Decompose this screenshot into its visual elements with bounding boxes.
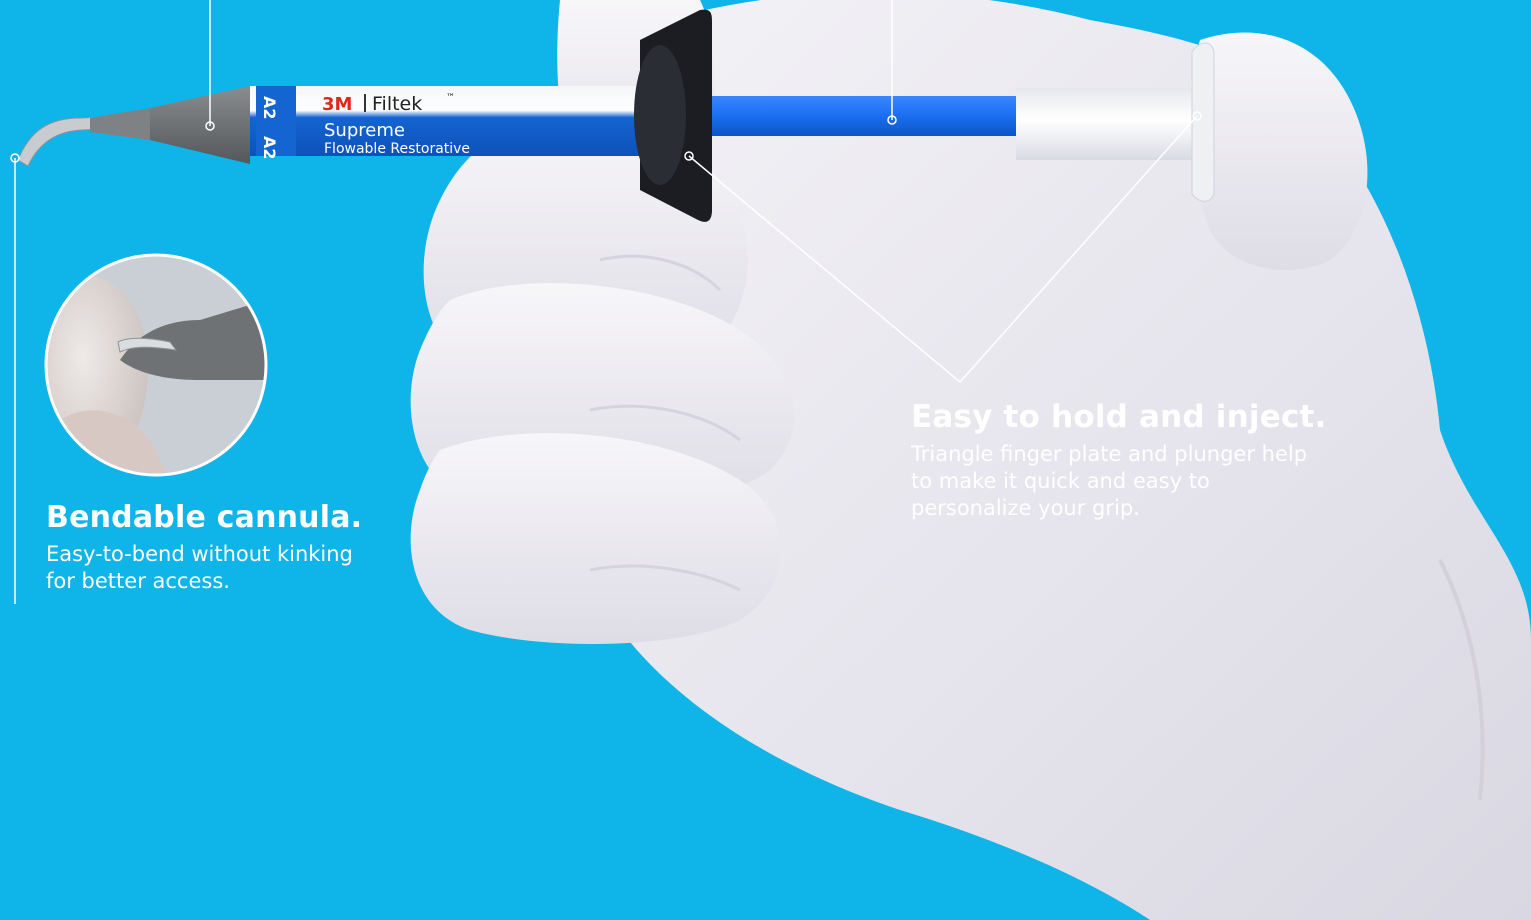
grip-callout-title: Easy to hold and inject. [911,399,1327,435]
grip-callout-text: Triangle finger plate and plunger help t… [911,442,1308,520]
shade-label: A2 [260,96,279,120]
cannula-callout-text: Easy-to-bend without kinking for better … [46,542,353,593]
product-feature-image: A2 A2 3M Filtek ™ Supreme Flowable Resto… [0,0,1531,920]
trademark-mark: ™ [446,93,455,103]
cannula-callout: Bendable cannula. Easy-to-bend without k… [46,500,386,595]
brand-logo: 3M [322,94,352,115]
grip-callout: Easy to hold and inject. Triangle finger… [911,399,1331,522]
cannula-cap-marker [205,121,215,131]
cannula-callout-title: Bendable cannula. [46,500,363,535]
cannula-inset-photo [44,253,268,477]
product-line: Supreme [324,120,405,141]
brand-divider [364,94,366,112]
product-name: Filtek [372,93,422,115]
product-subline: Flowable Restorative [324,141,470,157]
shade-label-repeat: A2 [260,136,279,160]
